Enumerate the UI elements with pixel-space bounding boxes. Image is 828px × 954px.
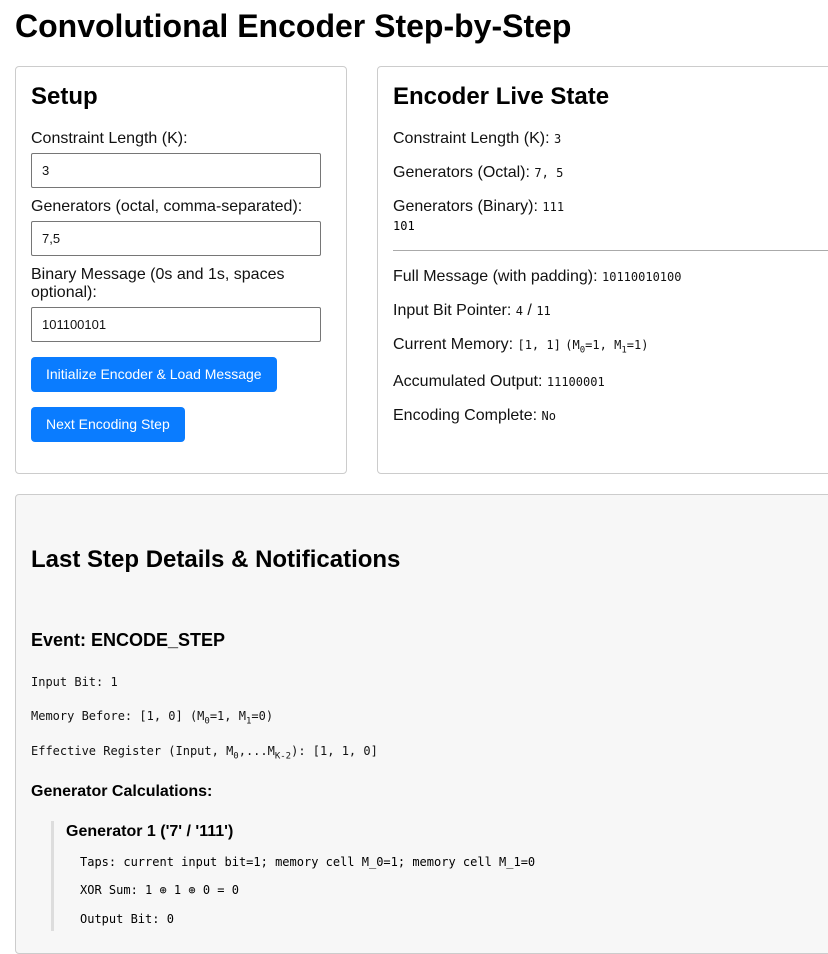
live-full-message: Full Message (with padding): 10110010100 <box>393 268 681 286</box>
effective-register-prefix: Effective Register (Input, M <box>31 744 234 758</box>
binary-message-input[interactable]: 101100101 <box>31 307 321 342</box>
live-input-pointer: Input Bit Pointer: 4 / 11 <box>393 302 551 320</box>
live-state-divider <box>393 250 828 251</box>
step-details-panel: Last Step Details & Notifications Event:… <box>15 494 828 954</box>
effective-register-value: [1, 1, 0] <box>312 744 378 758</box>
live-generators-binary-line1: 111 <box>542 200 565 214</box>
step-details-heading: Last Step Details & Notifications <box>31 546 401 573</box>
generators-input[interactable]: 7,5 <box>31 221 321 256</box>
generator-1-heading: Generator 1 ('7' / '111') <box>66 823 234 840</box>
constraint-length-input[interactable]: 3 <box>31 153 321 188</box>
live-generators-octal-label: Generators (Octal): <box>393 164 530 181</box>
live-encoding-complete: Encoding Complete: No <box>393 407 556 425</box>
setup-heading: Setup <box>31 83 98 110</box>
live-accumulated-output-label: Accumulated Output: <box>393 373 543 390</box>
live-input-pointer-label: Input Bit Pointer: <box>393 302 512 319</box>
generator-1-xor: XOR Sum: 1 ⊕ 1 ⊕ 0 = 0 <box>80 883 239 897</box>
live-state-panel: Encoder Live State Constraint Length (K)… <box>377 66 828 474</box>
generator-1-block: Generator 1 ('7' / '111') Taps: current … <box>51 821 828 931</box>
live-accumulated-output-value: 11100001 <box>546 375 605 389</box>
live-input-pointer-total: 11 <box>536 304 551 318</box>
live-state-heading: Encoder Live State <box>393 83 610 110</box>
live-memory-m1: 1 <box>633 338 642 352</box>
live-memory-m0: 1 <box>592 338 600 352</box>
live-input-pointer-current: 4 <box>515 304 523 318</box>
live-current-memory-cells: (M0=1, M1=1) <box>565 338 649 356</box>
memory-before-m1: 0 <box>258 709 266 723</box>
live-current-memory-value: [1, 1] <box>517 338 561 352</box>
live-generators-octal: Generators (Octal): 7, 5 <box>393 164 563 182</box>
setup-panel: Setup Constraint Length (K): 3 Generator… <box>15 66 347 474</box>
memory-before-m0: 1 <box>217 709 225 723</box>
live-generators-binary-line2: 101 <box>393 219 415 233</box>
live-encoding-complete-label: Encoding Complete: <box>393 407 538 424</box>
live-generators-binary: Generators (Binary): 111 <box>393 198 564 216</box>
memory-before-text: Memory Before: [1, 0] (M0=1, M1=0) <box>31 709 274 727</box>
live-constraint-length-value: 3 <box>553 132 562 146</box>
live-encoding-complete-value: No <box>541 409 556 423</box>
live-full-message-label: Full Message (with padding): <box>393 268 598 285</box>
page-title: Convolutional Encoder Step-by-Step <box>15 8 572 44</box>
effective-register-text: Effective Register (Input, M0,...MK-2): … <box>31 744 378 762</box>
generator-calculations-heading: Generator Calculations: <box>31 783 213 800</box>
generator-1-output: Output Bit: 0 <box>80 912 174 926</box>
live-generators-octal-value: 7, 5 <box>534 166 564 180</box>
generators-label: Generators (octal, comma-separated): <box>31 198 303 215</box>
live-accumulated-output: Accumulated Output: 11100001 <box>393 373 605 391</box>
binary-message-label: Binary Message (0s and 1s, spaces option… <box>31 266 285 301</box>
live-current-memory: Current Memory: [1, 1] (M0=1, M1=1) <box>393 336 648 355</box>
input-bit-text: Input Bit: 1 <box>31 675 118 689</box>
constraint-length-label: Constraint Length (K): <box>31 130 188 147</box>
initialize-encoder-button[interactable]: Initialize Encoder & Load Message <box>31 357 277 392</box>
event-heading: Event: ENCODE_STEP <box>31 630 226 650</box>
next-encoding-step-button[interactable]: Next Encoding Step <box>31 407 185 442</box>
live-input-pointer-sep: / <box>522 302 537 319</box>
memory-before-prefix: Memory Before: [1, 0] (M <box>31 709 205 723</box>
live-constraint-length-label: Constraint Length (K): <box>393 130 550 147</box>
generator-1-taps: Taps: current input bit=1; memory cell M… <box>80 855 536 869</box>
live-current-memory-label: Current Memory: <box>393 336 514 353</box>
live-generators-binary-label: Generators (Binary): <box>393 198 538 215</box>
live-constraint-length: Constraint Length (K): 3 <box>393 130 561 148</box>
live-full-message-value: 10110010100 <box>602 270 682 284</box>
